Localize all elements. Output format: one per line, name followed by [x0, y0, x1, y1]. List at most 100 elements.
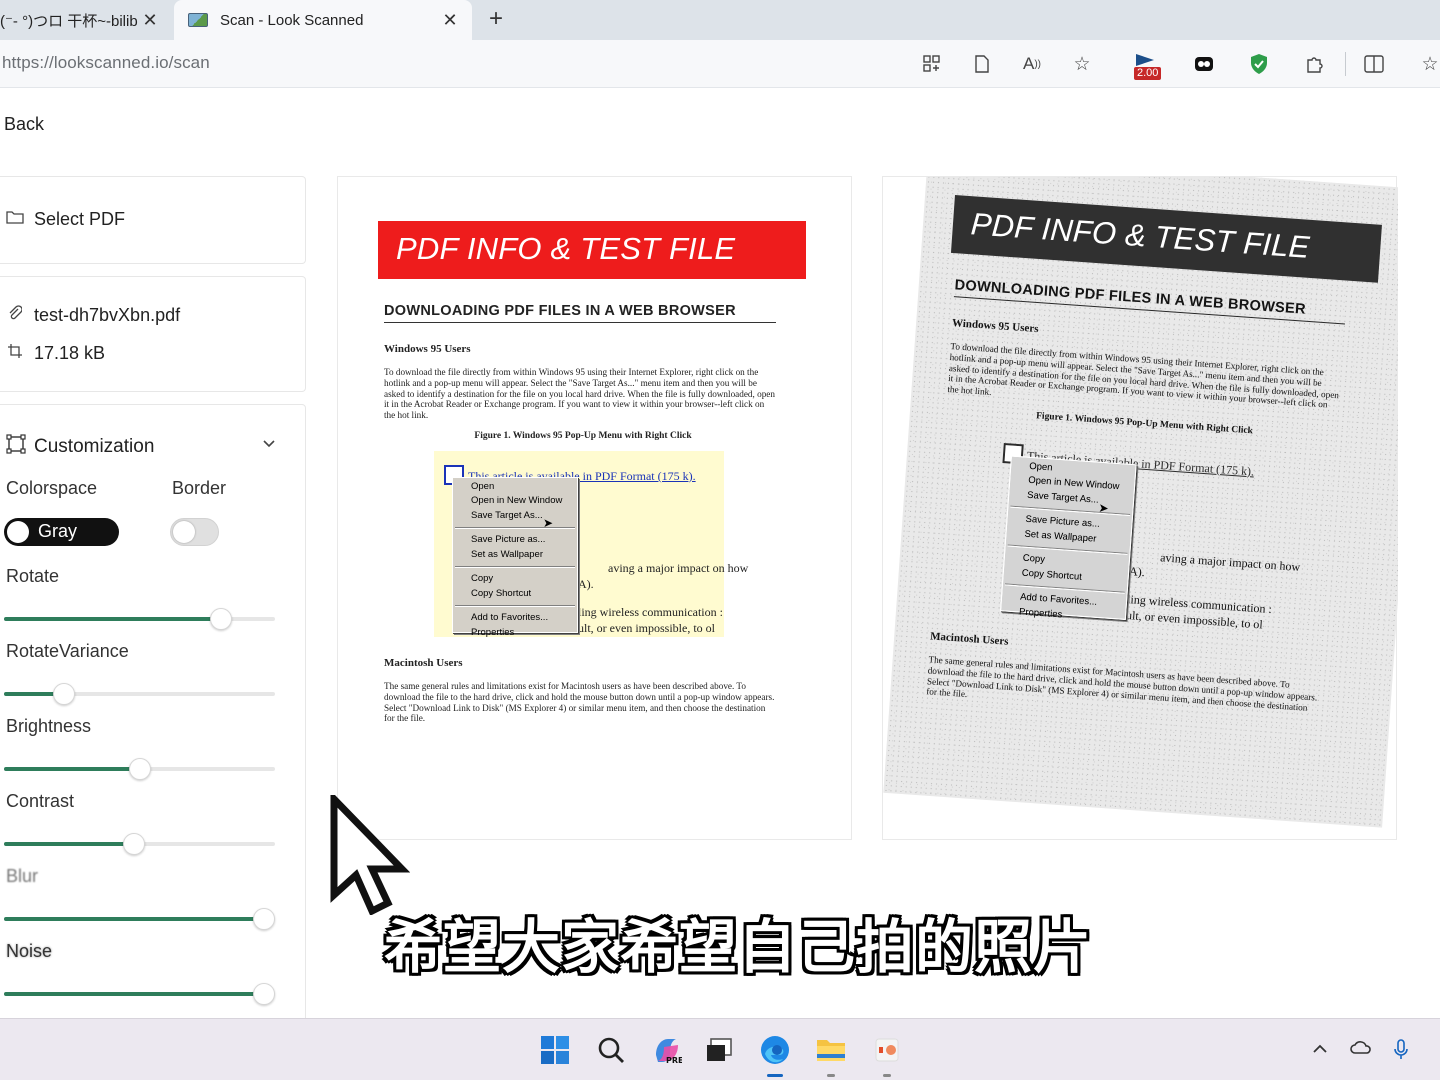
back-link[interactable]: Back	[4, 114, 44, 135]
original-preview: PDF INFO & TEST FILE DOWNLOADING PDF FIL…	[337, 176, 852, 840]
favorite-star-icon[interactable]: ☆	[1070, 52, 1094, 76]
file-size-row: 17.18 kB	[6, 343, 105, 364]
search-icon[interactable]	[594, 1033, 628, 1067]
new-tab-icon[interactable]: +	[482, 6, 510, 34]
pdf-section-title: Macintosh Users	[384, 656, 463, 669]
menu-divider	[455, 527, 575, 530]
extension-badge-count: 2.00	[1134, 67, 1162, 80]
customization-title: Customization	[34, 435, 155, 457]
rotate-variance-slider[interactable]	[4, 682, 275, 706]
close-tab-icon[interactable]: ✕	[140, 10, 160, 31]
file-name-row: test-dh7bvXbn.pdf	[6, 305, 180, 326]
blur-slider[interactable]	[4, 907, 275, 931]
flag-shape	[1136, 54, 1154, 66]
scanned-pdf-page: PDF INFO & TEST FILE DOWNLOADING PDF FIL…	[920, 195, 1384, 727]
file-name: test-dh7bvXbn.pdf	[34, 305, 181, 325]
toolbar-divider	[1345, 52, 1346, 76]
border-label: Border	[172, 478, 227, 498]
pdf-fragment: ult, or even impossible, to ol	[578, 620, 715, 635]
powerpoint-icon[interactable]	[870, 1033, 904, 1077]
colorspace-toggle[interactable]: Gray	[4, 518, 119, 546]
tab-label: (⁻- °)つロ 干杯~-bilib	[0, 12, 138, 30]
mouse-pointer-icon: ➤	[1098, 500, 1110, 516]
url-field[interactable]: https://lookscanned.io/scan	[2, 53, 210, 73]
context-menu-item: Set as Wallpaper	[471, 548, 543, 560]
tab-look-scanned[interactable]: Scan - Look Scanned ✕	[174, 0, 472, 40]
select-pdf-button[interactable]: Select PDF	[6, 209, 125, 230]
task-view-icon[interactable]	[702, 1033, 736, 1067]
running-app-indicator	[827, 1074, 835, 1077]
file-info-card: test-dh7bvXbn.pdf 17.18 kB	[0, 276, 306, 392]
pdf-figure-caption: Figure 1. Windows 95 Pop-Up Menu with Ri…	[474, 430, 692, 441]
puzzle-icon[interactable]	[1302, 52, 1326, 76]
copilot-icon[interactable]: PRE	[650, 1033, 684, 1067]
pdf-banner: PDF INFO & TEST FILE	[378, 221, 806, 279]
edge-browser-icon[interactable]	[758, 1033, 792, 1077]
pdf-paragraph: To download the file directly from withi…	[384, 367, 775, 421]
url-path: /scan	[168, 53, 210, 72]
slider-thumb[interactable]	[253, 908, 275, 930]
menu-divider	[455, 566, 575, 569]
colorspace-label: Colorspace	[6, 478, 98, 498]
brightness-slider[interactable]	[4, 757, 275, 781]
slider-thumb[interactable]	[210, 608, 232, 630]
pdf-page: PDF INFO & TEST FILE DOWNLOADING PDF FIL…	[378, 221, 808, 724]
shield-icon[interactable]	[1247, 52, 1271, 76]
contrast-label: Contrast	[6, 791, 75, 811]
tab-bilibili[interactable]: (⁻- °)つロ 干杯~-bilib ✕	[0, 0, 172, 40]
address-bar: https://lookscanned.io/scan A)) ☆ ☆	[0, 40, 1440, 88]
favorites-icon[interactable]: ☆	[1418, 52, 1440, 76]
context-menu-item: Add to Favorites...	[471, 612, 549, 624]
game-icon[interactable]	[1192, 52, 1216, 76]
rotate-slider[interactable]	[4, 607, 275, 631]
toggle-knob	[173, 521, 195, 543]
apps-icon[interactable]	[920, 52, 944, 76]
context-menu-item: Open in New Window	[471, 495, 563, 507]
context-menu-item: Save Picture as...	[471, 534, 546, 546]
onedrive-icon[interactable]	[1350, 1039, 1372, 1060]
tab-label: Scan - Look Scanned	[220, 11, 364, 29]
customize-icon	[6, 434, 28, 459]
pdf-heading: DOWNLOADING PDF FILES IN A WEB BROWSER	[953, 277, 1347, 325]
slider-thumb[interactable]	[129, 758, 151, 780]
pdf-section-title: Windows 95 Users	[384, 343, 471, 355]
chevron-up-icon[interactable]	[1312, 1039, 1328, 1060]
customization-header[interactable]: Customization	[6, 434, 276, 459]
extension-flag-icon[interactable]: 2.00	[1134, 54, 1164, 80]
reader-icon[interactable]	[970, 52, 994, 76]
brightness-label: Brightness	[6, 716, 92, 736]
windows-taskbar: PRE	[0, 1018, 1440, 1080]
colorspace-value: Gray	[38, 521, 78, 541]
slider-thumb[interactable]	[253, 983, 275, 1005]
slider-thumb[interactable]	[53, 683, 75, 705]
file-explorer-icon[interactable]	[814, 1033, 848, 1077]
customization-card: Customization Colorspace Border Gray Rot…	[0, 404, 306, 1044]
file-size: 17.18 kB	[34, 343, 106, 363]
pdf-fragment: aving a major impact on how	[1159, 550, 1301, 574]
mouse-pointer-icon: ➤	[543, 515, 554, 530]
pdf-paragraph: The same general rules and limitations e…	[384, 680, 775, 724]
toggle-knob	[7, 521, 29, 543]
read-aloud-icon[interactable]: A))	[1020, 52, 1044, 76]
rotate-variance-label: RotateVariance	[6, 641, 129, 661]
select-pdf-label: Select PDF	[34, 209, 126, 229]
browser-tab-bar: (⁻- °)つロ 干杯~-bilib ✕ Scan - Look Scanned…	[0, 0, 1440, 40]
split-screen-icon[interactable]	[1362, 52, 1386, 76]
slider-thumb[interactable]	[123, 833, 145, 855]
context-menu: Open Open in New Window Save Target As..…	[452, 476, 578, 638]
pdf-heading: DOWNLOADING PDF FILES IN A WEB BROWSER	[384, 303, 776, 323]
dimensions-icon	[6, 344, 24, 363]
context-menu-item: Copy	[471, 573, 494, 585]
chevron-down-icon[interactable]	[262, 436, 276, 454]
contrast-slider[interactable]	[4, 832, 275, 856]
context-menu-item: Copy Shortcut	[471, 587, 532, 599]
microphone-icon[interactable]	[1394, 1039, 1408, 1066]
noise-slider[interactable]	[4, 982, 275, 1006]
context-menu-item: Open	[471, 480, 495, 492]
video-subtitle: 希望大家希望自己拍的照片	[384, 913, 1093, 981]
menu-divider	[455, 605, 575, 608]
border-toggle[interactable]	[170, 518, 219, 546]
close-tab-icon[interactable]: ✕	[440, 10, 460, 31]
windows-start-icon[interactable]	[538, 1033, 572, 1067]
pdf-figure: This article is available in PDF Format …	[982, 428, 1301, 634]
